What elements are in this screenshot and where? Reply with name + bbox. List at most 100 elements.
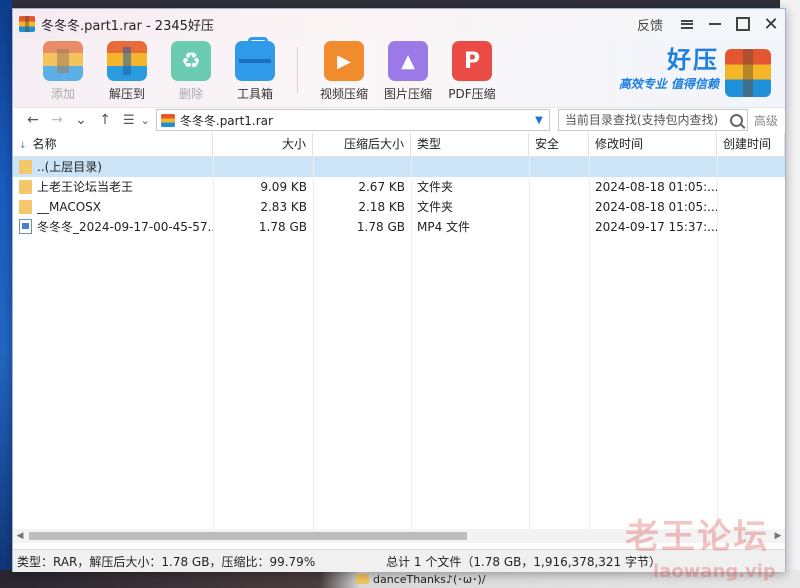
search-input[interactable] [562,112,721,128]
scrollbar-thumb[interactable] [29,532,467,540]
delete-button[interactable]: 删除 [159,39,223,102]
minimize-icon[interactable] [701,9,729,39]
cell-security [529,217,589,237]
cell-size: 9.09 KB [260,180,307,194]
column-divider [529,156,530,538]
search-icon[interactable] [729,113,743,127]
maximize-icon[interactable] [729,9,757,39]
cell-security [529,177,589,197]
add-archive-icon [43,41,83,81]
column-header-size[interactable]: 大小 [213,133,313,156]
cell-modified: 2024-08-18 01:05:... [595,180,717,194]
table-row[interactable]: ..(上层目录) [13,157,785,177]
file-list[interactable]: ↓ 名称 大小 压缩后大小 类型 安全 修改时间 创建时间 ..(上层目录) 上老… [13,133,785,541]
toolbox-label: 工具箱 [236,87,273,101]
cell-size: 2.83 KB [260,200,307,214]
cell-security [529,197,589,217]
video-compress-button[interactable]: 视频压缩 [312,39,376,102]
column-divider [411,156,412,538]
feedback-button[interactable]: 反馈 [637,15,663,34]
cell-name: 上老王论坛当老王 [13,177,213,197]
cell-name: 冬冬冬_2024-09-17-00-45-57... [13,217,213,237]
back-arrow-icon[interactable]: ← [21,112,45,128]
cell-modified: 2024-08-18 01:05:... [595,200,717,214]
window-title: 冬冬冬.part1.rar - 2345好压 [41,18,214,34]
brand-text: 好压 高效专业 值得信赖 [619,45,719,92]
column-divider [717,156,718,538]
cell-type: MP4 文件 [417,220,471,234]
cell-created [717,157,785,177]
column-header-security[interactable]: 安全 [529,133,589,156]
pdf-compress-icon [452,41,492,81]
video-compress-icon [324,41,364,81]
pdf-compress-button[interactable]: PDF压缩 [440,39,504,102]
image-compress-icon [388,41,428,81]
toolbox-button[interactable]: 工具箱 [223,37,287,102]
path-combobox[interactable]: 冬冬冬.part1.rar ▼ [155,109,550,131]
watermark-text: 老王论坛 [625,517,769,557]
search-box[interactable] [557,109,748,131]
video-file-icon [19,219,32,234]
column-header-created[interactable]: 创建时间 [717,133,785,156]
title-bar[interactable]: 冬冬冬.part1.rar - 2345好压 反馈 ✕ [13,9,785,39]
toolbar: 添加 解压到 删除 工具箱 视频压缩 图片压缩 PDF压缩 好压 [13,37,785,107]
folder-icon [19,180,32,194]
history-dropdown-icon[interactable]: ⌄ [69,112,93,128]
column-header-modified[interactable]: 修改时间 [589,133,717,156]
brand-name: 好压 [667,46,719,74]
add-button[interactable]: 添加 [31,39,95,102]
column-header-name[interactable]: ↓ 名称 [13,133,213,156]
add-label: 添加 [50,87,75,101]
forward-arrow-icon[interactable]: → [45,112,69,128]
file-name: __MACOSX [37,200,102,214]
cell-modified: 2024-09-17 15:37:... [595,220,717,234]
pdf-compress-label: PDF压缩 [448,87,496,101]
path-text: 冬冬冬.part1.rar [179,113,273,128]
cell-type: 文件夹 [417,180,454,194]
cell-name: __MACOSX [13,197,213,217]
rar-file-icon [160,113,175,127]
cell-packed: 2.67 KB [358,180,405,194]
column-divider [589,156,590,538]
column-name-label: 名称 [32,137,57,151]
table-row[interactable]: __MACOSX 2.83 KB 2.18 KB 文件夹 2024-08-18 … [13,197,785,217]
cell-packed [313,157,411,177]
extract-archive-icon [107,41,147,81]
close-icon[interactable]: ✕ [757,9,785,39]
folder-up-icon [19,160,32,174]
extract-label: 解压到 [108,87,145,101]
window-controls: 反馈 ✕ [637,9,785,39]
chevron-down-icon: ⌄ [140,113,150,127]
list-view-icon: ☰ [123,112,135,128]
brand-slogan: 高效专业 值得信赖 [618,77,719,91]
brand-logo: 好压 高效专业 值得信赖 [619,45,771,97]
menu-icon[interactable] [673,9,701,39]
path-dropdown-icon[interactable]: ▼ [535,115,543,126]
advanced-search-button[interactable]: 高级 [754,112,778,129]
recycle-icon [171,41,211,81]
image-compress-label: 图片压缩 [383,87,432,101]
archive-info-text: 类型：RAR，解压后大小：1.78 GB，压缩比：99.79% [17,554,316,569]
table-row[interactable]: 上老王论坛当老王 9.09 KB 2.67 KB 文件夹 2024-08-18 … [13,177,785,197]
cell-modified [589,157,717,177]
archive-logo-icon [725,49,771,97]
desktop-file-item[interactable]: danceThanks♪(･ω･)/ [356,571,486,587]
column-header-type[interactable]: 类型 [411,133,529,156]
file-name: 上老王论坛当老王 [37,180,134,194]
table-row[interactable]: 冬冬冬_2024-09-17-00-45-57... 1.78 GB 1.78 … [13,217,785,237]
desktop-file-label: danceThanks♪(･ω･)/ [373,573,486,586]
scroll-left-icon[interactable]: ◀ [13,529,27,543]
image-compress-button[interactable]: 图片压缩 [376,39,440,102]
cell-name: ..(上层目录) [13,157,213,177]
cell-size [213,157,313,177]
view-mode-button[interactable]: ☰ ⌄ [123,113,150,128]
up-arrow-icon[interactable]: ↑ [93,112,117,128]
scroll-right-icon[interactable]: ▶ [771,529,785,543]
cell-created [717,197,785,217]
desktop-background-left [0,0,12,588]
file-name: ..(上层目录) [37,160,102,174]
extract-button[interactable]: 解压到 [95,39,159,102]
cell-security [529,157,589,177]
column-header-packed[interactable]: 压缩后大小 [313,133,411,156]
cell-packed: 2.18 KB [358,200,405,214]
